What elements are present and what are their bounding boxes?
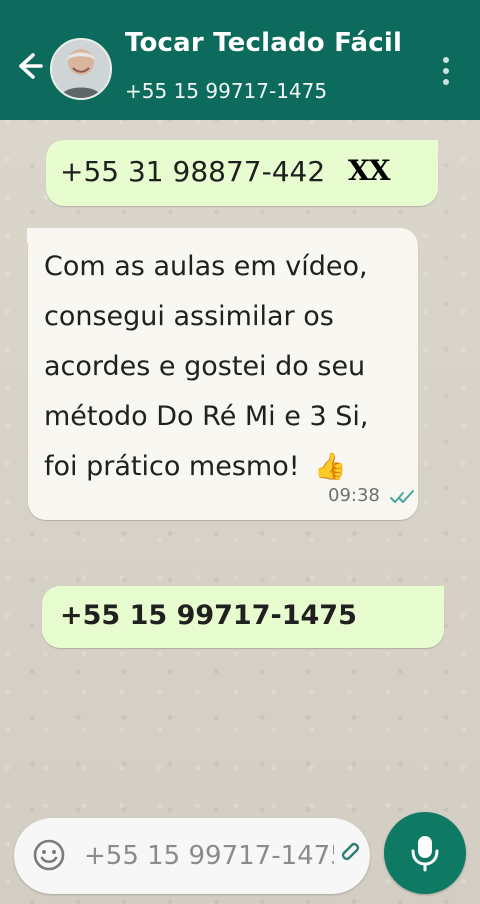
- chat-phone[interactable]: +55 15 99717-1475: [125, 79, 327, 103]
- incoming-message[interactable]: Com as aulas em vídeo, consegui assimila…: [27, 228, 418, 520]
- chat-header: Tocar Teclado Fácil +55 15 99717-1475: [0, 0, 480, 120]
- double-check-icon: [389, 489, 417, 505]
- message-body: Com as aulas em vídeo, consegui assimila…: [44, 251, 369, 482]
- message-text: +55 15 99717-1475: [60, 600, 357, 631]
- more-vert-icon[interactable]: [438, 54, 454, 90]
- message-input[interactable]: [82, 840, 336, 872]
- contact-avatar[interactable]: [50, 38, 112, 100]
- microphone-button[interactable]: [384, 812, 466, 894]
- outgoing-message[interactable]: +55 31 98877-442 XX: [46, 140, 438, 206]
- bubble-tail: [27, 228, 45, 244]
- message-text: +55 31 98877-442: [60, 155, 326, 188]
- bubble-tail: [420, 140, 438, 156]
- thumbs-up-emoji: 👍: [314, 452, 347, 482]
- chat-title[interactable]: Tocar Teclado Fácil: [125, 28, 402, 58]
- emoji-icon[interactable]: [32, 838, 66, 872]
- bubble-tail: [426, 586, 444, 602]
- message-text: Com as aulas em vídeo, consegui assimila…: [44, 242, 404, 492]
- paperclip-icon[interactable]: [336, 836, 366, 866]
- microphone-icon: [411, 836, 439, 872]
- message-composer: [14, 818, 370, 894]
- back-arrow-icon[interactable]: [10, 48, 46, 84]
- message-time: 09:38: [328, 485, 380, 506]
- outgoing-message[interactable]: +55 15 99717-1475: [42, 586, 444, 648]
- redaction-mark: XX: [348, 154, 390, 187]
